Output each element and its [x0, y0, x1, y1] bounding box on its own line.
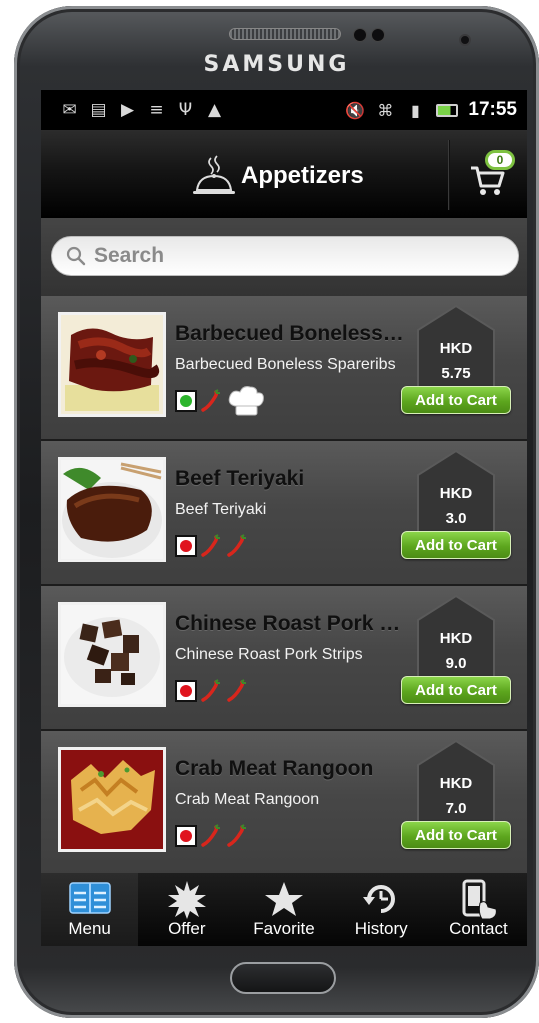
cloche-icon — [193, 155, 235, 194]
chat-icon: ▤ — [90, 100, 107, 120]
item-tags — [175, 821, 249, 851]
veg-indicator-icon — [175, 535, 197, 557]
item-description: Barbecued Boneless Spareribs — [175, 356, 396, 373]
app-screen: ✉ ▤ ▶ ≡ Ψ ▲ 🔇 ⌘ ▮ 17:55 Appetizers 0 Sea… — [41, 90, 527, 946]
item-name: Barbecued Boneless Spareribs — [175, 322, 407, 345]
dish-thumbnail — [58, 602, 166, 707]
clock-history-icon — [363, 885, 396, 913]
home-button[interactable] — [230, 962, 336, 994]
add-to-cart-button[interactable]: Add to Cart — [401, 386, 511, 414]
battery-icon — [436, 103, 459, 117]
item-name: Crab Meat Rangoon — [175, 757, 374, 780]
tab-label: Favorite — [253, 919, 315, 938]
update-list-icon: ≡ — [149, 100, 164, 120]
status-clock: 17:55 — [468, 99, 517, 120]
price-value: 3.0 — [445, 510, 467, 527]
chili-icon — [201, 534, 220, 557]
price-value: 5.75 — [441, 365, 471, 382]
list-item[interactable]: Crab Meat Rangoon Crab Meat Rangoon HKD — [41, 731, 527, 873]
chili-icon — [227, 534, 246, 557]
search-icon — [66, 246, 86, 266]
item-description: Chinese Roast Pork Strips — [175, 646, 363, 663]
earpiece-speaker — [229, 28, 341, 40]
list-item[interactable]: Barbecued Boneless Spareribs Barbecued B… — [41, 296, 527, 441]
search-input[interactable]: Search — [51, 236, 519, 276]
front-camera — [459, 34, 471, 46]
dish-thumbnail — [58, 747, 166, 852]
add-to-cart-button[interactable]: Add to Cart — [401, 821, 511, 849]
chili-icon — [201, 389, 220, 412]
dish-thumbnail — [58, 312, 166, 417]
item-description: Crab Meat Rangoon — [175, 791, 320, 808]
page-title: Appetizers — [241, 162, 364, 189]
header-title-group: Appetizers — [191, 154, 364, 198]
cart-button[interactable]: 0 — [463, 144, 519, 206]
item-tags — [175, 531, 249, 561]
price-badge: HKD 9.0 Add to Cart — [401, 594, 511, 712]
menu-item-list[interactable]: Barbecued Boneless Spareribs Barbecued B… — [41, 296, 527, 873]
starburst-icon — [167, 881, 206, 919]
play-store-icon: ▶ — [120, 100, 135, 120]
price-badge: HKD 5.75 Add to Cart — [401, 304, 511, 422]
chili-icon — [227, 679, 246, 702]
menu-grid-icon — [68, 882, 111, 914]
add-to-cart-button[interactable]: Add to Cart — [401, 531, 511, 559]
bottom-tab-bar: Menu Offer Favorite History Contact — [41, 873, 527, 946]
app-header: Appetizers 0 — [41, 130, 527, 218]
price-currency: HKD — [439, 485, 473, 502]
price-badge: HKD 7.0 Add to Cart — [401, 739, 511, 857]
header-divider — [448, 140, 449, 210]
usb-icon: Ψ — [178, 100, 193, 120]
light-sensor — [371, 28, 385, 42]
price-currency: HKD — [439, 630, 473, 647]
chef-hat-icon — [228, 386, 264, 416]
price-badge: HKD 3.0 Add to Cart — [401, 449, 511, 567]
phone-touch-icon — [462, 879, 498, 919]
signal-icon: ▮ — [410, 100, 420, 120]
list-item[interactable]: Chinese Roast Pork Strips Chinese Roast … — [41, 586, 527, 731]
wifi-icon: ⌘ — [377, 100, 394, 120]
search-bar: Search — [41, 218, 527, 296]
device-brand: SAMSUNG — [203, 52, 350, 77]
item-tags — [175, 676, 249, 706]
status-bar: ✉ ▤ ▶ ≡ Ψ ▲ 🔇 ⌘ ▮ 17:55 — [41, 90, 527, 130]
chili-icon — [201, 824, 220, 847]
tab-contact[interactable]: Contact — [430, 873, 527, 946]
chili-icon — [201, 679, 220, 702]
dish-thumbnail — [58, 457, 166, 562]
tab-label: Menu — [68, 919, 111, 938]
tab-label: Offer — [168, 919, 206, 938]
tab-menu[interactable]: Menu — [41, 873, 139, 946]
proximity-sensor — [353, 28, 367, 42]
tab-favorite[interactable]: Favorite — [235, 873, 332, 946]
star-icon — [265, 882, 303, 916]
tab-label: History — [354, 919, 408, 938]
mute-icon: 🔇 — [345, 100, 366, 120]
price-currency: HKD — [439, 340, 473, 357]
add-to-cart-button[interactable]: Add to Cart — [401, 676, 511, 704]
item-description: Beef Teriyaki — [175, 501, 267, 518]
veg-indicator-icon — [175, 825, 197, 847]
veg-indicator-icon — [175, 390, 197, 412]
list-item[interactable]: Beef Teriyaki Beef Teriyaki HKD 3.0 Add … — [41, 441, 527, 586]
cart-count-badge: 0 — [485, 150, 515, 170]
chili-icon — [227, 824, 246, 847]
android-debug-icon: ▲ — [207, 100, 222, 120]
veg-indicator-icon — [175, 680, 197, 702]
tab-history[interactable]: History — [333, 873, 430, 946]
item-name: Beef Teriyaki — [175, 467, 305, 490]
item-tags — [175, 386, 265, 416]
price-value: 9.0 — [445, 655, 467, 672]
item-name: Chinese Roast Pork Strips — [175, 612, 407, 635]
price-currency: HKD — [439, 775, 473, 792]
tab-offer[interactable]: Offer — [138, 873, 235, 946]
tab-label: Contact — [449, 919, 508, 938]
search-placeholder: Search — [94, 244, 165, 267]
price-value: 7.0 — [445, 800, 467, 817]
gmail-icon: ✉ — [62, 100, 77, 120]
